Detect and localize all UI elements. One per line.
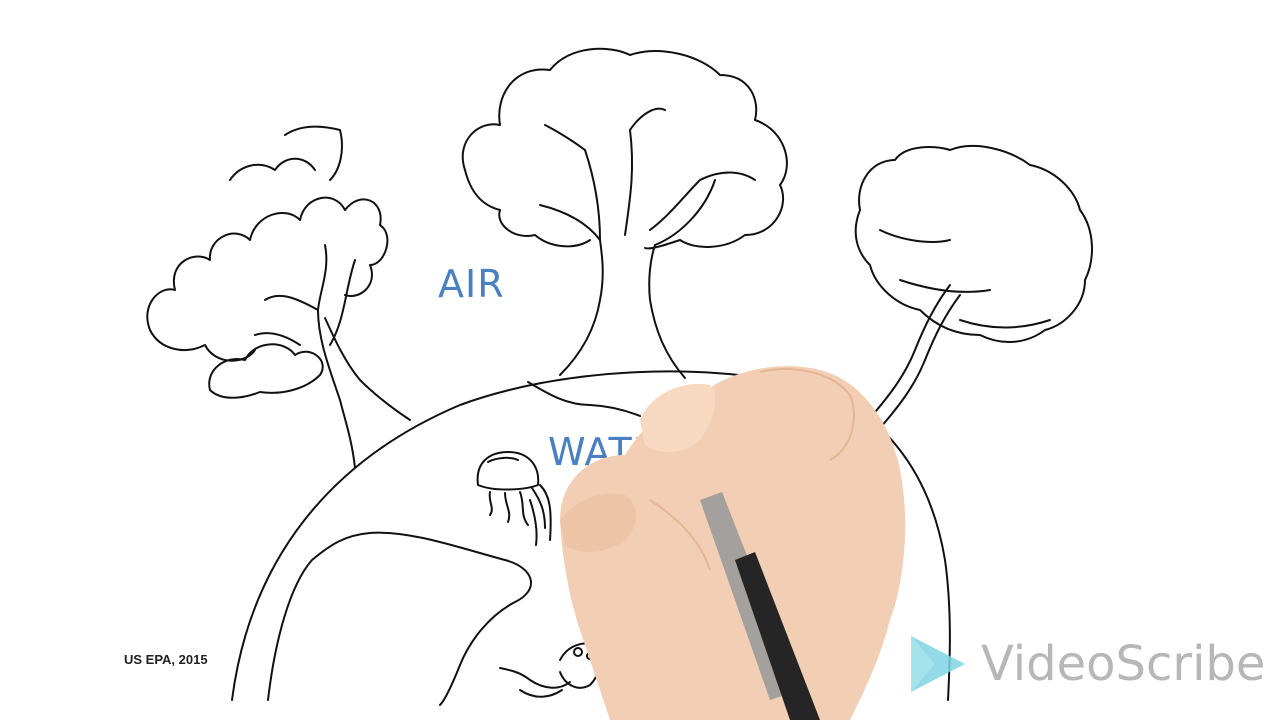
citation-text: US EPA, 2015	[124, 652, 208, 667]
watermark-brand: VideoScribe	[981, 636, 1266, 692]
whiteboard-canvas: AIR WATER US EPA, 2015 VideoScribe	[0, 0, 1280, 720]
videoscribe-watermark: VideoScribe	[905, 632, 1265, 696]
play-triangle-icon	[911, 636, 965, 692]
hand-with-pen-icon	[560, 366, 906, 720]
